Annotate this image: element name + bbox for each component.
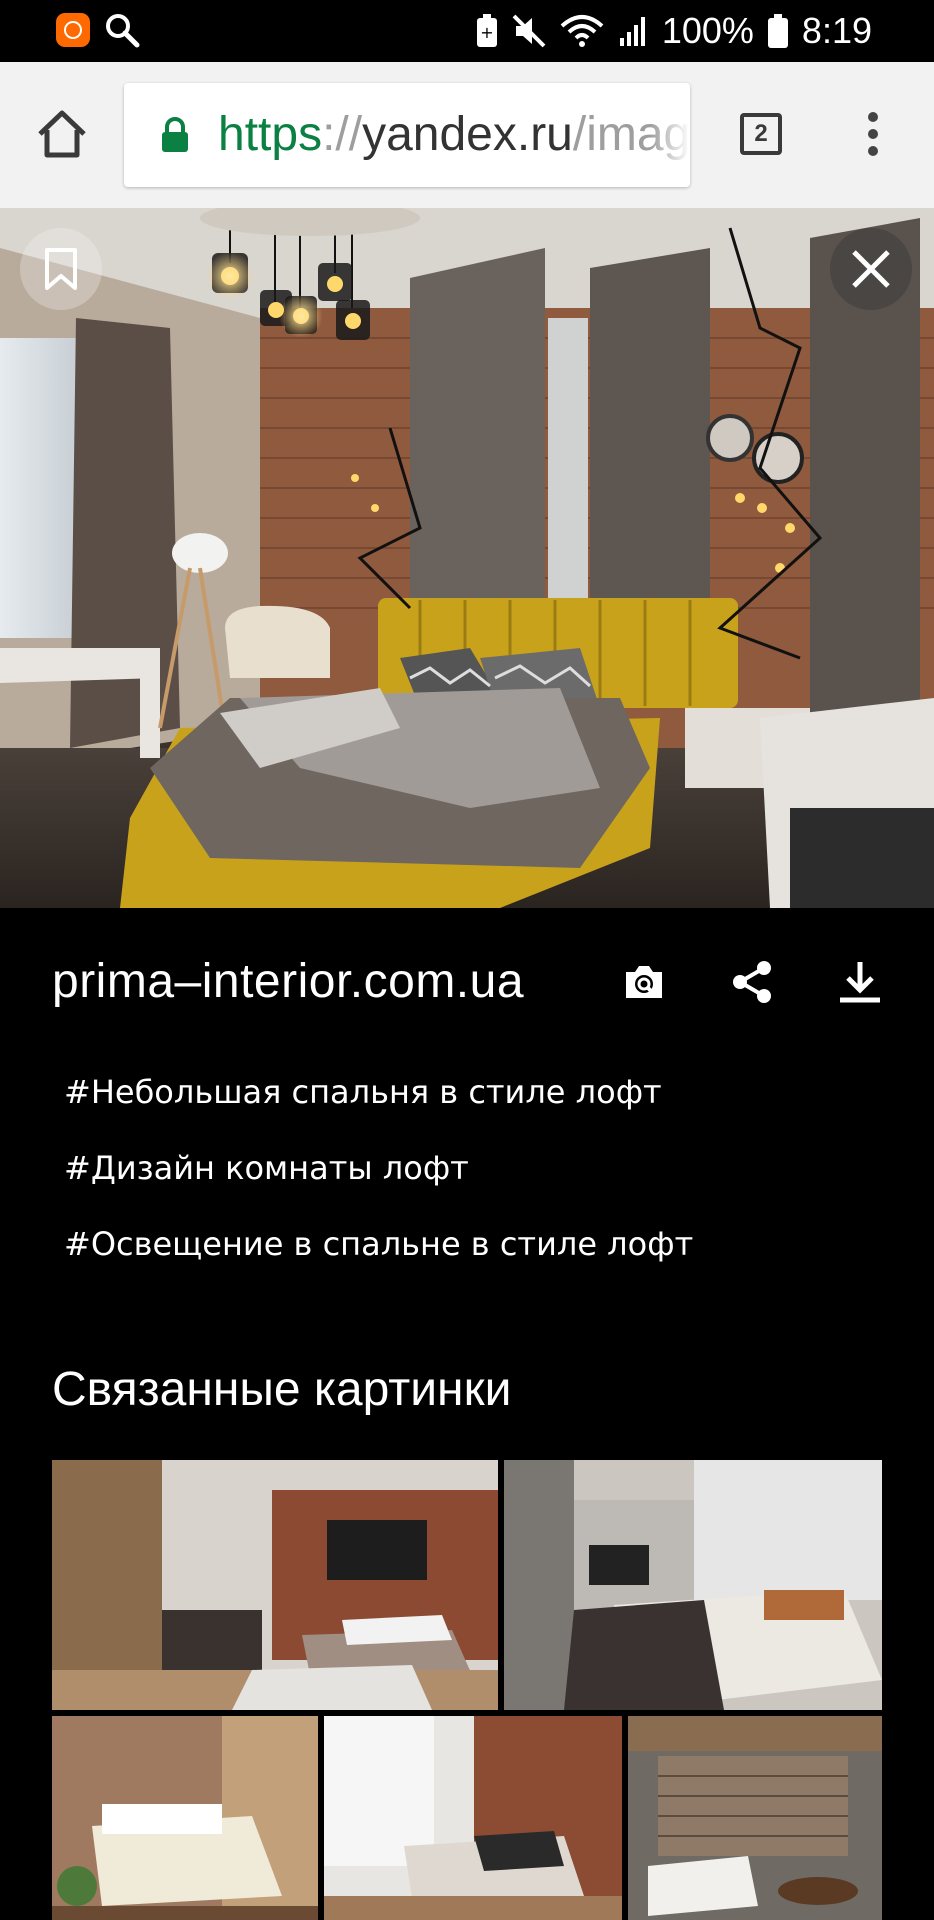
camera-search-icon[interactable] bbox=[620, 958, 668, 1006]
tag-list: #Небольшая спальня в стиле лофт #Дизайн … bbox=[64, 1062, 693, 1290]
related-thumbnail[interactable] bbox=[324, 1716, 622, 1920]
battery-saver-icon: + bbox=[476, 14, 497, 47]
mi-icon bbox=[56, 13, 90, 47]
tag-link[interactable]: #Небольшая спальня в стиле лофт bbox=[64, 1062, 693, 1138]
address-bar[interactable]: https://yandex.ru/images/ bbox=[124, 83, 690, 187]
status-icons: + 100% 8:19 bbox=[476, 8, 872, 54]
thumbnail-image bbox=[52, 1716, 318, 1920]
search-icon bbox=[106, 14, 140, 48]
bedroom-image bbox=[0, 208, 934, 908]
related-thumbnail[interactable] bbox=[628, 1716, 882, 1920]
tab-switcher-icon[interactable]: 2 bbox=[740, 113, 782, 155]
thumbnail-image bbox=[628, 1716, 882, 1920]
related-images-heading: Связанные картинки bbox=[52, 1363, 512, 1416]
close-button[interactable] bbox=[830, 228, 912, 310]
url-host: yandex.ru bbox=[362, 108, 573, 161]
related-thumbnail[interactable] bbox=[52, 1716, 318, 1920]
related-thumbnail[interactable] bbox=[52, 1460, 498, 1710]
bookmark-button[interactable] bbox=[20, 228, 102, 310]
download-icon[interactable] bbox=[836, 958, 884, 1006]
bookmark-icon bbox=[45, 248, 77, 290]
url-fade bbox=[650, 83, 690, 187]
browser-toolbar: https://yandex.ru/images/ 2 bbox=[0, 62, 934, 209]
main-image[interactable] bbox=[0, 208, 934, 908]
svg-text:+: + bbox=[480, 23, 493, 42]
tag-link[interactable]: #Дизайн комнаты лофт bbox=[64, 1138, 693, 1214]
battery-icon bbox=[767, 14, 788, 48]
share-icon[interactable] bbox=[728, 958, 776, 1006]
thumbnail-image bbox=[504, 1460, 882, 1710]
url-text: https://yandex.ru/images/ bbox=[218, 105, 690, 165]
url-separator: :// bbox=[322, 108, 363, 161]
clock: 8:19 bbox=[801, 10, 872, 51]
wifi-icon bbox=[560, 15, 604, 47]
battery-percent: 100% bbox=[661, 10, 754, 51]
mute-icon bbox=[512, 14, 546, 48]
status-bar: + 100% 8:19 bbox=[0, 0, 934, 62]
thumbnail-image bbox=[52, 1460, 498, 1710]
related-thumbnail[interactable] bbox=[504, 1460, 882, 1710]
signal-icon bbox=[619, 17, 645, 46]
source-link[interactable]: prima–interior.com.ua bbox=[52, 954, 524, 1009]
close-icon bbox=[852, 250, 890, 288]
lock-icon bbox=[162, 117, 188, 152]
tag-link[interactable]: #Освещение в спальне в стиле лофт bbox=[64, 1214, 693, 1290]
tab-count: 2 bbox=[754, 120, 768, 147]
home-icon[interactable] bbox=[36, 108, 88, 160]
url-scheme: https bbox=[218, 108, 323, 161]
overflow-menu-icon[interactable] bbox=[866, 112, 880, 160]
image-source-row: prima–interior.com.ua bbox=[52, 948, 892, 1018]
thumbnail-image bbox=[324, 1716, 622, 1920]
